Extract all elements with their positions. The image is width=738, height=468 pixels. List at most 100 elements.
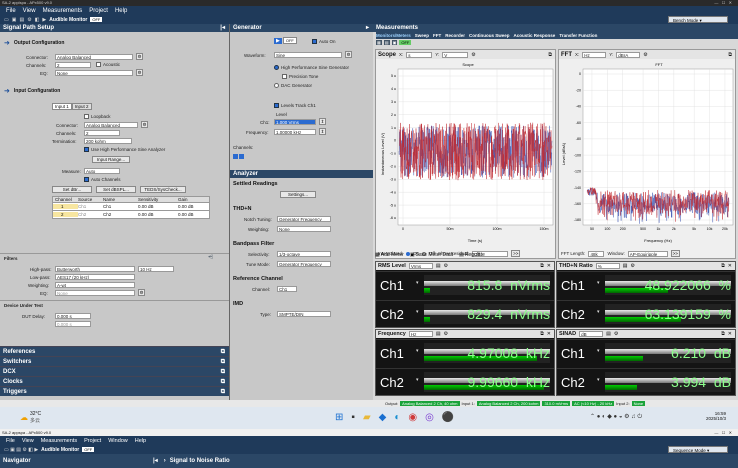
meter-menu-icon[interactable]: ▤ [606,331,611,337]
media-icon[interactable]: ◎ [425,412,434,423]
bench-mode-select[interactable]: Bench Mode ▾ [668,16,728,23]
ref-channel-title[interactable]: Reference Channel [233,276,283,282]
menu-view[interactable]: View [22,438,34,444]
waveform-settings-button[interactable]: ⚙ [345,51,352,58]
in-connector-settings-button[interactable]: ⚙ [141,121,148,128]
close-icon[interactable]: ✕ [547,331,551,337]
scope-settings-icon[interactable]: ⚙ [471,52,475,58]
chevron-down-icon[interactable]: ▾ [597,309,600,315]
in-channels-stepper[interactable]: 2 [84,130,120,136]
section-dcx[interactable]: DCX ⧉ [0,366,229,376]
close-icon[interactable]: ✕ [728,263,732,269]
tab-sweep[interactable]: Sweep [415,33,429,38]
menu-window[interactable]: Window [108,438,128,444]
eq2-select[interactable]: None [55,290,135,296]
chevron-down-icon[interactable]: ▾ [416,348,419,354]
section-references[interactable]: References ⧉ [0,346,229,356]
fft-x-select[interactable]: Hz [582,51,607,58]
chevron-down-icon[interactable]: ▾ [416,377,419,383]
table-row[interactable]: 2 Ch2 Ch2 0.00 dB 0.00 dB [52,211,210,219]
hp-sine-radio[interactable]: High Performance Sine Generator [274,65,349,70]
weighting-select[interactable]: A-wt [55,282,135,288]
notch-select[interactable]: Generator Frequency [277,216,331,222]
menu-view[interactable]: View [23,8,36,14]
monitor-icon[interactable]: ◧ [35,17,40,23]
tab-input-2[interactable]: Input 2 [71,103,92,110]
collapse-icon[interactable]: |◂ [153,454,158,468]
new-icon[interactable]: ▭ [4,17,9,23]
filters-title[interactable]: Filters [4,256,18,261]
scope-chart[interactable]: Scope Instantaneous Level (V) 5 u 4 u 3 u 2… [376,59,557,247]
meter-menu-icon[interactable]: ▤ [436,263,441,269]
close-icon[interactable]: ✕ [547,263,551,269]
scope-popout-icon[interactable]: ⧉ [548,52,552,58]
generator-toggle[interactable]: ▶ OFF [274,37,297,44]
meter-unit-select[interactable]: Hz [408,331,433,337]
frequency-stepper[interactable]: ⇕ [319,128,326,135]
chevron-down-icon[interactable]: ▾ [597,348,600,354]
in-connector-select[interactable]: Analog Balanced [84,122,138,128]
status-input2[interactable]: None [631,401,646,406]
eq2-settings-button[interactable]: ⚙ [138,289,145,296]
dut-title[interactable]: Device Under Test [4,303,43,308]
hp-sine-checkbox[interactable]: Use High Performance Sine Analyzer [84,147,165,152]
fft-window-select[interactable]: AP-Equiripple [627,250,668,257]
tab-continuous-sweep[interactable]: Continuous Sweep [469,33,510,38]
termination-select[interactable]: 200 kohm [84,138,132,144]
store-icon[interactable]: ◆ [379,412,387,423]
play-icon[interactable]: ▶ [42,17,46,23]
loopback-checkbox[interactable]: Loopback [84,114,111,119]
collapse-icon[interactable]: |◂ [220,24,225,32]
meter-settings-icon[interactable]: ⚙ [631,263,635,269]
meter-menu-icon[interactable]: ▤ [436,331,441,337]
cell-gain[interactable]: 0.00 dB [178,204,208,209]
cell-sensitivity[interactable]: 0.00 dB [138,212,178,217]
meter-unit-select[interactable]: % [595,263,620,269]
connector-select[interactable]: Analog Balanced [55,54,133,60]
clock[interactable]: 16:59 2025/10/3 [706,411,726,421]
chevron-down-icon[interactable]: ▾ [597,280,600,286]
menu-project[interactable]: Project [89,8,108,14]
chevron-down-icon[interactable]: ▾ [597,377,600,383]
save-meter-data-button[interactable]: ▣ Save Meter Data [410,252,453,258]
dut-delay-input[interactable]: 0.000 s [55,313,91,319]
layout-icon[interactable]: ▦ [376,40,382,45]
dac-radio[interactable]: DAC Generator [274,83,312,88]
cell-name[interactable]: Ch2 [103,212,138,217]
scope-more-button[interactable]: >> [511,250,521,257]
waveform-select[interactable]: Sine [274,52,342,58]
bandpass-title[interactable]: Bandpass Filter [233,241,274,247]
meter-settings-icon[interactable]: ⚙ [444,331,448,337]
an-weighting-select[interactable]: None [277,226,331,232]
status-output[interactable]: Analog Balanced 2 Ch, 40 ohm [400,401,460,406]
chevron-down-icon[interactable]: ▾ [416,309,419,315]
menu-file[interactable]: File [6,438,15,444]
fft-settings-icon[interactable]: ⚙ [643,52,647,58]
tab-acoustic-response[interactable]: Acoustic Response [514,33,556,38]
meter-popout-icon[interactable]: ⧉ [540,331,544,337]
meter-popout-icon[interactable]: ⧉ [721,331,725,337]
cell-name[interactable]: Ch1 [103,204,138,209]
cell-gain[interactable]: 0.00 dB [178,212,208,217]
selectivity-select[interactable]: 1/3-octave [277,251,331,257]
highpass-select[interactable]: Butterworth [55,266,135,272]
meter-unit-select[interactable]: dB [579,331,604,337]
set-dbr-button[interactable]: Set dBr... [52,186,92,193]
section-triggers[interactable]: Triggers ⧉ [0,386,229,396]
input-range-button[interactable]: Input Range... [92,156,130,163]
set-dbspl-button[interactable]: Set dBSPL... [96,186,136,193]
meter-settings-icon[interactable]: ⚙ [444,263,448,269]
filter-icon[interactable]: ⩤ [208,255,213,262]
export-icon[interactable]: ▣ [391,40,398,45]
fft-y-select[interactable]: dBrA [616,51,641,58]
meter-popout-icon[interactable]: ⧉ [540,263,544,269]
tab-transfer-function[interactable]: Transfer Function [559,33,597,38]
channel-1-button[interactable] [233,154,238,159]
open-icon[interactable]: ▤ [19,17,24,23]
status-input1[interactable]: Analog Balanced 2 Ch, 200 kohm [476,401,541,406]
meter-unit-select[interactable]: Vrms [408,263,433,269]
table-row[interactable]: 1 Ch1 Ch1 0.00 dB 0.00 dB [52,203,210,211]
save-icon[interactable]: ▣ [12,17,17,23]
meter-settings-icon[interactable]: ⚙ [614,331,618,337]
audible-monitor-toggle[interactable]: OFF [82,447,95,452]
